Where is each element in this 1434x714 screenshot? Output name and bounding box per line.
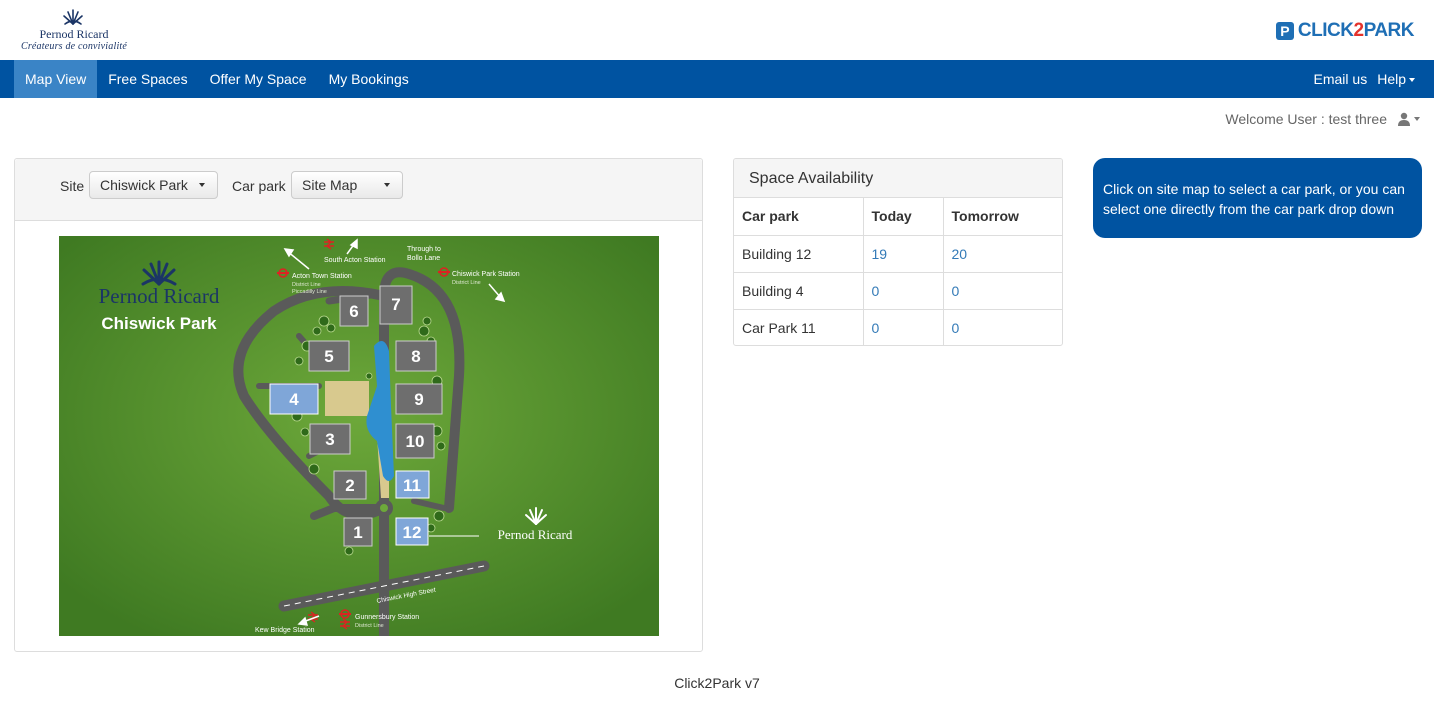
pernod-ricard-logo: Pernod Ricard Créateurs de convivialité — [12, 6, 136, 54]
pernod-ricard-sun-icon — [63, 9, 83, 25]
left-brand-name: Pernod Ricard — [39, 27, 109, 41]
brand-part-park: PARK — [1363, 20, 1415, 41]
nav-left: Map View Free Spaces Offer My Space My B… — [14, 60, 420, 98]
map-brand-text: Pernod Ricard — [99, 284, 220, 308]
site-label: Site — [60, 178, 85, 194]
today-count-link[interactable]: 0 — [872, 283, 880, 299]
nav-offer-my-space[interactable]: Offer My Space — [199, 60, 318, 98]
building-6-label: 6 — [349, 302, 358, 321]
chevron-down-icon — [1409, 78, 1415, 83]
main-navbar: Map View Free Spaces Offer My Space My B… — [0, 60, 1434, 98]
building-10-label: 10 — [406, 432, 425, 451]
availability-title: Space Availability — [734, 159, 1062, 198]
instruction-bubble: Click on site map to select a car park, … — [1093, 158, 1422, 238]
tomorrow-count-link[interactable]: 0 — [952, 320, 960, 336]
nav-help-dropdown[interactable]: Help — [1372, 60, 1420, 98]
row-carpark-name: Building 4 — [734, 272, 864, 310]
nav-help-label: Help — [1377, 71, 1406, 87]
brand-part-2: 2 — [1353, 20, 1364, 41]
nav-my-bookings[interactable]: My Bookings — [318, 60, 420, 98]
nav-email-us[interactable]: Email us — [1309, 60, 1373, 98]
row-tomorrow-cell: 20 — [943, 235, 1062, 273]
building-5-label: 5 — [324, 347, 333, 366]
footer-version: Click2Park v7 — [674, 675, 760, 691]
col-tomorrow: Tomorrow — [943, 198, 1062, 236]
chiswick-park-label: Chiswick Park Station — [452, 271, 520, 278]
row-carpark-name: Building 12 — [734, 235, 864, 273]
user-menu[interactable] — [1397, 112, 1420, 126]
chevron-down-icon — [1414, 117, 1420, 121]
brand-part-click: CLICK — [1297, 20, 1354, 41]
through-label-1: Through to — [407, 246, 441, 253]
carpark-select[interactable]: Site Map — [291, 171, 403, 199]
table-row: Building 4 0 0 — [734, 272, 1062, 310]
nav-right: Email us Help — [1309, 60, 1420, 98]
carpark-select-value: Site Map — [302, 177, 358, 193]
acton-line-1: District Line — [292, 282, 321, 288]
roundabout-center — [380, 504, 388, 512]
site-select-value: Chiswick Park — [100, 177, 188, 193]
building-4-label: 4 — [289, 390, 299, 409]
welcome-bar: Welcome User : test three — [1225, 110, 1420, 128]
today-count-link[interactable]: 19 — [872, 246, 888, 262]
hq-label: Pernod Ricard — [498, 527, 573, 542]
row-today-cell: 0 — [863, 309, 944, 345]
click2park-wordmark: CLICK2PARK — [1297, 20, 1415, 42]
kew-bridge-label: Kew Bridge Station — [255, 627, 315, 634]
table-row: Building 12 19 20 — [734, 235, 1062, 273]
gunnersbury-line: District Line — [355, 623, 384, 629]
carpark-label: Car park — [232, 178, 286, 194]
chevron-down-icon — [384, 183, 390, 187]
map-site-name: Chiswick Park — [101, 314, 217, 333]
building-1-label: 1 — [353, 523, 362, 542]
building-9-label: 9 — [414, 390, 423, 409]
row-today-cell: 19 — [863, 235, 944, 273]
building-11-label: 11 — [403, 476, 421, 495]
user-icon — [1398, 112, 1410, 126]
site-map[interactable]: Pernod Ricard Chiswick Park 6 7 5 8 4 9 … — [59, 236, 659, 636]
chevron-down-icon — [199, 183, 205, 187]
nav-free-spaces[interactable]: Free Spaces — [97, 60, 198, 98]
acton-line-2: Piccadilly Line — [292, 289, 327, 295]
row-tomorrow-cell: 0 — [943, 309, 1062, 345]
row-today-cell: 0 — [863, 272, 944, 310]
table-row: Car Park 11 0 0 — [734, 309, 1062, 345]
click2park-logo: P CLICK2PARK — [1275, 20, 1415, 42]
map-sand — [325, 381, 369, 416]
through-label-2: Bollo Lane — [407, 255, 440, 262]
parking-icon: P — [1275, 22, 1294, 40]
filter-controls: Site Chiswick Park Car park Site Map — [15, 159, 702, 221]
building-2-label: 2 — [345, 476, 354, 495]
today-count-link[interactable]: 0 — [872, 320, 880, 336]
table-header-row: Car park Today Tomorrow — [734, 198, 1062, 236]
left-brand-tagline: Créateurs de convivialité — [20, 41, 128, 52]
building-8-label: 8 — [411, 347, 420, 366]
row-carpark-name: Car Park 11 — [734, 309, 864, 345]
building-3-label: 3 — [325, 430, 334, 449]
building-12-label: 12 — [403, 523, 422, 542]
building-7-label: 7 — [391, 295, 400, 314]
site-select[interactable]: Chiswick Park — [89, 171, 218, 199]
space-availability-panel: Space Availability Car park Today Tomorr… — [733, 158, 1063, 346]
chiswick-park-line: District Line — [452, 280, 481, 286]
south-acton-label: South Acton Station — [324, 257, 386, 264]
row-tomorrow-cell: 0 — [943, 272, 1062, 310]
availability-table: Car park Today Tomorrow Building 12 19 2… — [734, 198, 1062, 345]
acton-town-label: Acton Town Station — [292, 273, 352, 280]
tomorrow-count-link[interactable]: 20 — [952, 246, 968, 262]
col-carpark: Car park — [734, 198, 864, 236]
tomorrow-count-link[interactable]: 0 — [952, 283, 960, 299]
site-map-panel: Site Chiswick Park Car park Site Map Per… — [14, 158, 703, 652]
site-map-svg: Pernod Ricard Chiswick Park 6 7 5 8 4 9 … — [59, 236, 659, 636]
welcome-text: Welcome User : test three — [1225, 111, 1387, 127]
gunnersbury-label: Gunnersbury Station — [355, 614, 419, 621]
nav-map-view[interactable]: Map View — [14, 60, 98, 98]
col-today: Today — [863, 198, 944, 236]
